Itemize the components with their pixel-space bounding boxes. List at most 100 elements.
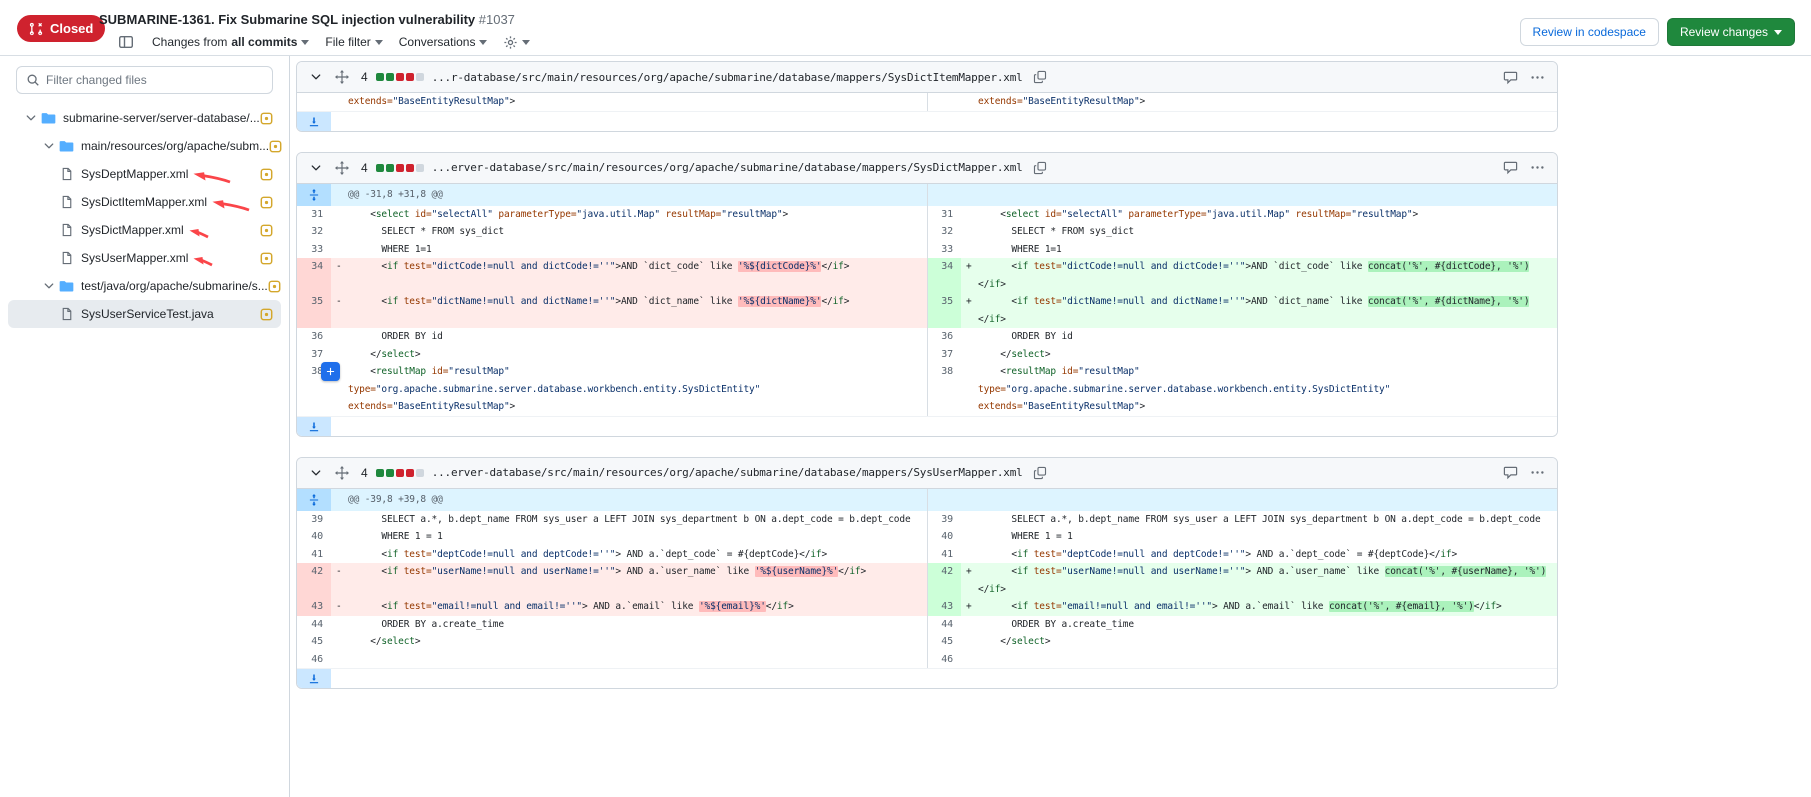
tree-item-sysdictmapper-xml[interactable]: SysDictMapper.xml (8, 216, 281, 244)
file-kebab-button[interactable] (1528, 158, 1547, 177)
code-line-right[interactable]: + <if test="dictName!=null and dictName!… (961, 293, 1557, 328)
line-number-left[interactable]: 43 (297, 598, 331, 616)
file-kebab-button[interactable] (1528, 463, 1547, 482)
review-in-codespace-button[interactable]: Review in codespace (1520, 18, 1659, 46)
code-line-left[interactable]: - <if test="dictCode!=null and dictCode!… (331, 258, 927, 293)
expand-down-button[interactable] (297, 417, 331, 437)
code-line-right[interactable]: + <if test="dictCode!=null and dictCode!… (961, 258, 1557, 293)
expand-down-button[interactable] (297, 112, 331, 132)
file-path-link[interactable]: ...erver-database/src/main/resources/org… (432, 161, 1023, 174)
code-line-right[interactable]: type="org.apache.submarine.server.databa… (961, 381, 1557, 399)
code-line-left[interactable]: <resultMap id="resultMap" (331, 363, 927, 381)
line-number-right[interactable]: 33 (927, 241, 961, 259)
line-number-left[interactable] (297, 93, 331, 111)
line-number-right[interactable]: 35 (927, 293, 961, 328)
code-line-right[interactable]: </select> (961, 633, 1557, 651)
drag-handle-icon[interactable] (333, 68, 351, 86)
modified-status-icon[interactable] (260, 112, 273, 125)
line-number-left[interactable]: 32 (297, 223, 331, 241)
line-number-left[interactable]: 31 (297, 206, 331, 224)
code-line-right[interactable]: WHERE 1=1 (961, 241, 1557, 259)
code-line-left[interactable]: <if test="deptCode!=null and deptCode!='… (331, 546, 927, 564)
collapse-file-button[interactable] (307, 68, 325, 86)
file-filter-box[interactable] (16, 66, 273, 94)
code-line-left[interactable]: - <if test="userName!=null and userName!… (331, 563, 927, 598)
line-number-right[interactable]: 39 (927, 511, 961, 529)
code-line-left[interactable]: extends="BaseEntityResultMap"> (331, 398, 927, 416)
tree-item-sysusermapper-xml[interactable]: SysUserMapper.xml (8, 244, 281, 272)
code-line-left[interactable] (331, 651, 927, 669)
line-number-right[interactable] (927, 398, 961, 416)
code-line-left[interactable]: WHERE 1=1 (331, 241, 927, 259)
line-number-left[interactable]: 34 (297, 258, 331, 293)
modified-status-icon[interactable] (269, 140, 282, 153)
line-number-right[interactable]: 44 (927, 616, 961, 634)
code-line-left[interactable]: ORDER BY id (331, 328, 927, 346)
code-line-left[interactable]: WHERE 1 = 1 (331, 528, 927, 546)
code-line-right[interactable]: + <if test="userName!=null and userName!… (961, 563, 1557, 598)
file-filter-dropdown[interactable]: File filter (325, 35, 382, 49)
code-line-right[interactable]: <resultMap id="resultMap" (961, 363, 1557, 381)
diff-settings-dropdown[interactable] (503, 35, 530, 50)
file-filter-input[interactable] (46, 73, 263, 87)
file-comment-button[interactable] (1501, 158, 1520, 177)
line-number-left[interactable]: 40 (297, 528, 331, 546)
line-number-right[interactable]: 38 (927, 363, 961, 381)
code-line-right[interactable]: WHERE 1 = 1 (961, 528, 1557, 546)
expand-down-button[interactable] (297, 669, 331, 689)
line-number-left[interactable]: 45 (297, 633, 331, 651)
line-number-right[interactable]: 42 (927, 563, 961, 598)
drag-handle-icon[interactable] (333, 159, 351, 177)
conversations-dropdown[interactable]: Conversations (399, 35, 488, 49)
line-number-right[interactable]: 43 (927, 598, 961, 616)
code-line-left[interactable]: - <if test="dictName!=null and dictName!… (331, 293, 927, 328)
file-path-link[interactable]: ...erver-database/src/main/resources/org… (432, 466, 1023, 479)
modified-status-icon[interactable] (260, 196, 273, 209)
code-line-left[interactable]: </select> (331, 346, 927, 364)
modified-status-icon[interactable] (268, 280, 281, 293)
expand-hunk-button[interactable] (297, 184, 331, 206)
code-line-left[interactable]: extends="BaseEntityResultMap"> (331, 93, 927, 111)
line-number-left[interactable]: 37 (297, 346, 331, 364)
chevron-down-icon[interactable] (24, 111, 38, 125)
code-line-right[interactable]: SELECT a.*, b.dept_name FROM sys_user a … (961, 511, 1557, 529)
collapse-file-button[interactable] (307, 464, 325, 482)
line-number-left[interactable]: 44 (297, 616, 331, 634)
code-line-right[interactable]: + <if test="email!=null and email!=''"> … (961, 598, 1557, 616)
collapse-file-button[interactable] (307, 159, 325, 177)
line-number-right[interactable]: 45 (927, 633, 961, 651)
line-number-right[interactable] (927, 381, 961, 399)
code-line-left[interactable]: </select> (331, 633, 927, 651)
line-number-right[interactable] (927, 93, 961, 111)
code-line-right[interactable]: ORDER BY id (961, 328, 1557, 346)
line-number-left[interactable] (297, 398, 331, 416)
tree-item-sysdictitemmapper-xml[interactable]: SysDictItemMapper.xml (8, 188, 281, 216)
line-number-left[interactable]: 35 (297, 293, 331, 328)
modified-status-icon[interactable] (260, 252, 273, 265)
code-line-right[interactable]: extends="BaseEntityResultMap"> (961, 93, 1557, 111)
line-number-left[interactable]: 38 (297, 363, 331, 381)
copy-path-button[interactable] (1031, 464, 1049, 482)
chevron-down-icon[interactable] (42, 279, 56, 293)
sidebar-toggle-button[interactable] (116, 32, 136, 52)
code-line-right[interactable]: </select> (961, 346, 1557, 364)
tree-item-submarine-server-server-database[interactable]: submarine-server/server-database/... (8, 104, 281, 132)
code-line-left[interactable]: ORDER BY a.create_time (331, 616, 927, 634)
code-line-right[interactable] (961, 651, 1557, 669)
tree-item-sysdeptmapper-xml[interactable]: SysDeptMapper.xml (8, 160, 281, 188)
code-line-right[interactable]: extends="BaseEntityResultMap"> (961, 398, 1557, 416)
code-line-right[interactable]: SELECT * FROM sys_dict (961, 223, 1557, 241)
line-number-right[interactable]: 31 (927, 206, 961, 224)
code-line-right[interactable]: ORDER BY a.create_time (961, 616, 1557, 634)
line-number-left[interactable] (297, 381, 331, 399)
line-number-right[interactable]: 36 (927, 328, 961, 346)
code-line-right[interactable]: <if test="deptCode!=null and deptCode!='… (961, 546, 1557, 564)
code-line-left[interactable]: SELECT * FROM sys_dict (331, 223, 927, 241)
line-number-right[interactable]: 40 (927, 528, 961, 546)
line-number-right[interactable]: 34 (927, 258, 961, 293)
file-comment-button[interactable] (1501, 463, 1520, 482)
copy-path-button[interactable] (1031, 68, 1049, 86)
copy-path-button[interactable] (1031, 159, 1049, 177)
line-number-right[interactable]: 41 (927, 546, 961, 564)
file-path-link[interactable]: ...r-database/src/main/resources/org/apa… (432, 71, 1023, 84)
